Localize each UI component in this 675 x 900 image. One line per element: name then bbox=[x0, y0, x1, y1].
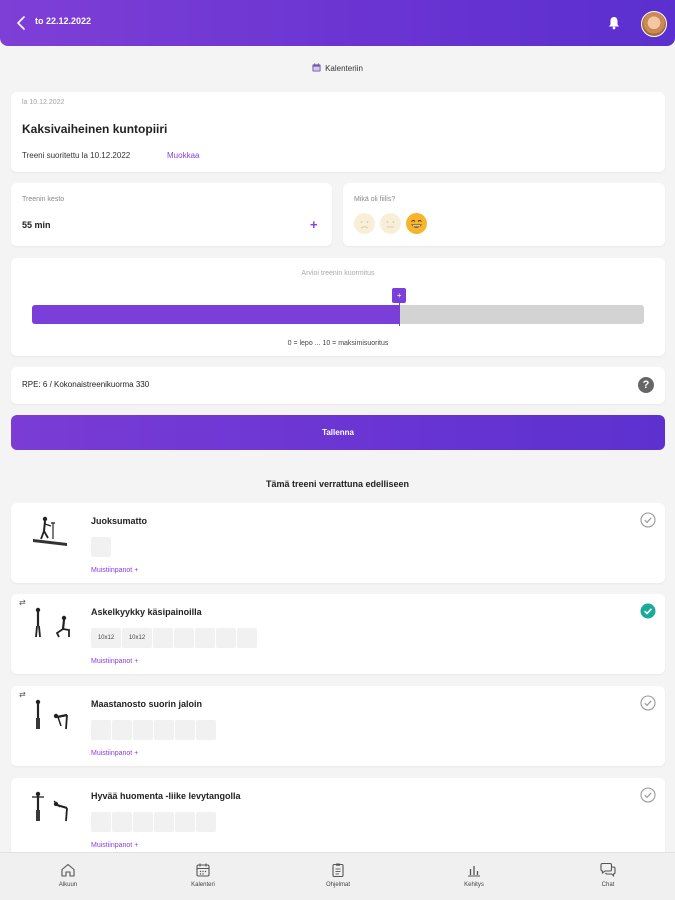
feeling-label: Mikä oli fiilis? bbox=[354, 196, 396, 203]
set-cell[interactable] bbox=[175, 720, 195, 740]
workout-card: la 10.12.2022 Kaksivaiheinen kuntopiiri … bbox=[11, 92, 665, 172]
set-cell[interactable] bbox=[196, 720, 216, 740]
duration-label: Treenin kesto bbox=[22, 196, 65, 203]
set-list bbox=[91, 720, 216, 740]
set-cell[interactable] bbox=[91, 720, 111, 740]
avatar[interactable] bbox=[641, 11, 667, 37]
tab-label: Kehitys bbox=[464, 882, 484, 888]
exercise-name: Askelkyykky käsipainoilla bbox=[91, 607, 202, 617]
workout-date: la 10.12.2022 bbox=[22, 99, 65, 106]
tab-label: Chat bbox=[601, 882, 615, 888]
check-outline-icon[interactable] bbox=[640, 787, 656, 803]
set-cell[interactable] bbox=[195, 628, 215, 648]
home-icon bbox=[61, 863, 75, 877]
exercise-name: Hyvää huomenta -liike levytangolla bbox=[91, 791, 241, 801]
check-outline-icon[interactable] bbox=[640, 512, 656, 528]
chart-icon bbox=[468, 866, 480, 877]
exercise-card[interactable]: Hyvää huomenta -liike levytangolla Muist… bbox=[11, 778, 665, 852]
check-outline-icon[interactable] bbox=[640, 695, 656, 711]
calendar-link-label: Kalenteriin bbox=[325, 64, 363, 73]
treadmill-icon bbox=[33, 516, 67, 546]
workout-title: Kaksivaiheinen kuntopiiri bbox=[22, 122, 168, 136]
tab-programs[interactable]: Ohjelmat bbox=[298, 862, 378, 888]
feeling-card: Mikä oli fiilis? bbox=[343, 183, 665, 246]
set-cell[interactable] bbox=[133, 720, 153, 740]
calendar-icon bbox=[196, 863, 210, 877]
set-cell[interactable] bbox=[216, 628, 236, 648]
notes-link[interactable]: Muistiinpanot + bbox=[91, 658, 138, 665]
clipboard-icon bbox=[332, 863, 344, 878]
rpe-slider-handle-line bbox=[399, 303, 401, 326]
add-duration-button[interactable]: + bbox=[310, 217, 318, 232]
set-list: 10x12 10x12 bbox=[91, 628, 257, 648]
exercise-name: Juoksumatto bbox=[91, 516, 148, 526]
set-list bbox=[91, 812, 216, 832]
chat-icon bbox=[600, 862, 616, 878]
calendar-icon bbox=[312, 63, 321, 72]
tab-calendar[interactable]: Kalenteri bbox=[163, 862, 243, 888]
tab-label: Kalenteri bbox=[191, 882, 215, 888]
set-cell[interactable] bbox=[154, 812, 174, 832]
header-date: to 22.12.2022 bbox=[35, 16, 92, 26]
exercise-card[interactable]: Juoksumatto Muistiinpanot + bbox=[11, 503, 665, 583]
rpe-card: Arvioi treenin kuormitus + 0 = lepo ... … bbox=[11, 258, 665, 356]
set-cell[interactable]: 10x12 bbox=[91, 628, 121, 648]
happy-face-icon[interactable] bbox=[406, 213, 427, 234]
exercise-card[interactable]: ⇄ Maastanosto suorin jaloin Muistiinpano… bbox=[11, 686, 665, 766]
top-bar: to 22.12.2022 bbox=[0, 0, 675, 46]
load-summary-card: RPE: 6 / Kokonaistreenikuorma 330 ? bbox=[11, 367, 665, 404]
rpe-label: Arvioi treenin kuormitus bbox=[301, 270, 375, 277]
duration-value: 55 min bbox=[22, 220, 51, 230]
rpe-scale-text: 0 = lepo ... 10 = maksimisuoritus bbox=[287, 340, 389, 347]
rpe-slider-track[interactable] bbox=[32, 305, 644, 324]
exercise-card[interactable]: ⇄ Askelkyykky käsipainoilla 10x12 10x12 … bbox=[11, 594, 665, 674]
help-icon[interactable]: ? bbox=[638, 377, 654, 393]
tab-home[interactable]: Alkuun bbox=[28, 862, 108, 888]
neutral-face-icon[interactable] bbox=[380, 213, 401, 234]
rpe-slider-handle[interactable]: + bbox=[392, 288, 407, 303]
set-cell[interactable] bbox=[112, 720, 132, 740]
set-cell[interactable] bbox=[174, 628, 194, 648]
sad-face-icon[interactable] bbox=[354, 213, 375, 234]
back-arrow-icon[interactable] bbox=[12, 13, 32, 33]
tab-label: Alkuun bbox=[58, 882, 78, 888]
calendar-link[interactable]: Kalenteriin bbox=[0, 63, 675, 73]
notes-link[interactable]: Muistiinpanot + bbox=[91, 567, 138, 574]
duration-card: Treenin kesto 55 min + bbox=[11, 183, 332, 246]
lunge-icon bbox=[35, 607, 70, 638]
good-morning-icon bbox=[32, 791, 68, 822]
check-filled-icon[interactable] bbox=[640, 603, 656, 619]
bottom-tab-bar: Alkuun Kalenteri Ohjelmat Kehitys Chat bbox=[0, 852, 675, 900]
tab-chat[interactable]: Chat bbox=[568, 862, 648, 888]
set-cell[interactable] bbox=[153, 628, 173, 648]
deadlift-icon bbox=[35, 699, 68, 730]
notes-link[interactable]: Muistiinpanot + bbox=[91, 750, 138, 757]
edit-link[interactable]: Muokkaa bbox=[167, 151, 199, 160]
workout-completed-text: Treeni suoritettu la 10.12.2022 bbox=[22, 151, 131, 160]
tab-label: Ohjelmat bbox=[325, 882, 350, 888]
set-cell[interactable] bbox=[91, 812, 111, 832]
rpe-slider-fill bbox=[32, 305, 400, 324]
set-cell[interactable] bbox=[154, 720, 174, 740]
bell-icon[interactable] bbox=[606, 15, 622, 31]
load-summary-text: RPE: 6 / Kokonaistreenikuorma 330 bbox=[22, 380, 150, 389]
set-cell[interactable] bbox=[133, 812, 153, 832]
exercise-name: Maastanosto suorin jaloin bbox=[91, 699, 203, 709]
tab-progress[interactable]: Kehitys bbox=[434, 862, 514, 888]
comparison-title: Tämä treeni verrattuna edelliseen bbox=[265, 479, 410, 489]
set-cell[interactable] bbox=[237, 628, 257, 648]
save-button[interactable]: Tallenna bbox=[11, 415, 665, 450]
set-cell[interactable] bbox=[112, 812, 132, 832]
set-cell[interactable] bbox=[196, 812, 216, 832]
notes-link[interactable]: Muistiinpanot + bbox=[91, 842, 138, 849]
set-list bbox=[91, 537, 111, 557]
set-cell[interactable] bbox=[91, 537, 111, 557]
set-cell[interactable] bbox=[175, 812, 195, 832]
set-cell[interactable]: 10x12 bbox=[122, 628, 152, 648]
